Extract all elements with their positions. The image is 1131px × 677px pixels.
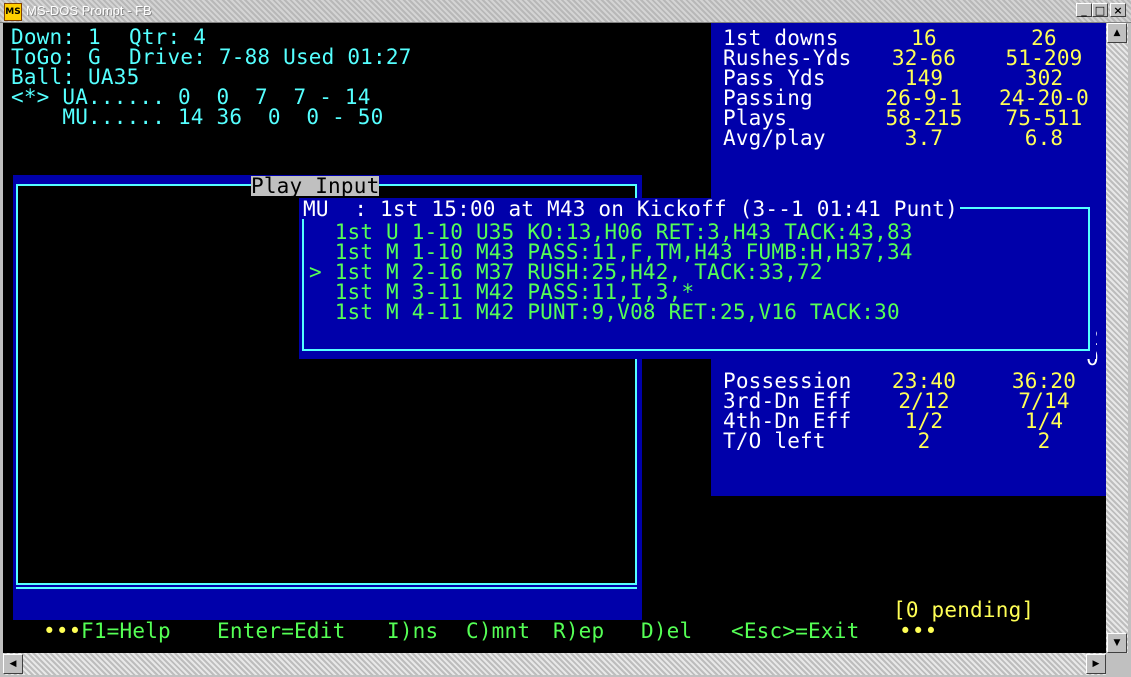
- play-input-divider: [16, 587, 637, 589]
- stat-value-ua: 149: [904, 66, 944, 90]
- scroll-up-button[interactable]: ▲: [1107, 23, 1127, 43]
- stat-label: Passing: [723, 86, 813, 110]
- stat-value-mu: 6.8: [1024, 126, 1064, 150]
- stat-label: Possession: [723, 369, 852, 393]
- scroll-left-button[interactable]: ◀: [3, 654, 23, 674]
- console-screen[interactable]: Down: 1 Qtr: 4 ToGo: G Drive: 7-88 Used …: [3, 23, 1106, 653]
- play-row[interactable]: 1st M 3-11 M42 PASS:11,I,3,*: [309, 282, 694, 303]
- footer-key-help[interactable]: F1=Help: [81, 621, 171, 642]
- play-row[interactable]: > 1st M 2-16 M37 RUSH:25,H42, TACK:33,72: [309, 262, 823, 283]
- pending-count: [0 pending]: [893, 598, 1035, 622]
- stat-label: Avg/play: [723, 126, 826, 150]
- stat-value-mu: 302: [1024, 66, 1064, 90]
- stat-value-mu: 7/14: [1018, 389, 1070, 413]
- stat-value-ua: 2: [917, 429, 931, 453]
- footer-dots-left: •••: [43, 619, 82, 643]
- play-row[interactable]: 1st M 1-10 M43 PASS:11,F,TM,H43 FUMB:H,H…: [309, 242, 913, 263]
- scroll-down-button[interactable]: ▼: [1107, 633, 1127, 653]
- stat-label: T/O left: [723, 429, 826, 453]
- minimize-button[interactable]: _: [1076, 3, 1092, 17]
- footer-dots-right: •••: [899, 619, 938, 643]
- stat-label: Pass Yds: [723, 66, 826, 90]
- msdos-app-icon[interactable]: MS: [4, 3, 22, 21]
- play-input-title: Play Input: [251, 174, 380, 198]
- stat-value-mu: 26: [1031, 26, 1057, 50]
- stat-label: Plays: [723, 106, 788, 130]
- maximize-button[interactable]: □: [1092, 3, 1108, 17]
- quarter-indicator: Qtr: 4: [129, 25, 207, 49]
- stat-value-mu: 2: [1037, 429, 1051, 453]
- down-indicator: Down: 1: [11, 25, 101, 49]
- stat-value-mu: 51-209: [1005, 46, 1083, 70]
- stat-label: 4th-Dn Eff: [723, 409, 852, 433]
- stat-label: 3rd-Dn Eff: [723, 389, 852, 413]
- play-row[interactable]: 1st M 4-11 M42 PUNT:9,V08 RET:25,V16 TAC…: [309, 300, 900, 324]
- stat-value-ua: 1/2: [904, 409, 944, 433]
- function-key-bar: ••• F1=Help Enter=Edit I)ns C)mnt R)ep D)el <E…: [3, 621, 1106, 643]
- close-button[interactable]: ×: [1110, 3, 1126, 17]
- stat-value-ua: 26-9-1: [885, 86, 963, 110]
- horizontal-scrollbar[interactable]: ◀ ▶: [3, 653, 1106, 675]
- stat-value-ua: 32-66: [891, 46, 957, 70]
- stat-value-ua: 23:40: [891, 369, 957, 393]
- popup-title: MU : 1st 15:00 at M43 on Kickoff (3--1 0…: [301, 197, 960, 221]
- score-row-mu: MU...... 14 36 0 0 - 50: [11, 105, 384, 129]
- footer-key-ins[interactable]: I)ns: [387, 621, 438, 642]
- title-bar[interactable]: MS MS-DOS Prompt - FB _ □ ×: [0, 0, 1131, 23]
- window-title: MS-DOS Prompt - FB: [26, 3, 152, 18]
- score-row-ua: <*> UA...... 0 0 7 7 - 14: [11, 85, 371, 109]
- footer-key-cmnt[interactable]: C)mnt: [466, 621, 530, 642]
- stat-value-mu: 75-511: [1005, 106, 1083, 130]
- stat-label: 1st downs: [723, 26, 839, 50]
- resize-grip[interactable]: [1106, 653, 1128, 675]
- footer-key-exit[interactable]: <Esc>=Exit: [731, 621, 859, 642]
- footer-key-rep[interactable]: R)ep: [553, 621, 604, 642]
- stat-value-mu: 1/4: [1024, 409, 1064, 433]
- stat-value-ua: 16: [911, 26, 937, 50]
- drive-plays-popup[interactable]: MU : 1st 15:00 at M43 on Kickoff (3--1 0…: [299, 198, 1096, 359]
- footer-key-del[interactable]: D)el: [641, 621, 692, 642]
- stat-value-ua: 58-215: [885, 106, 963, 130]
- play-row-text: 1st M 4-11 M42 PUNT:9,V08 RET:25,V16 TAC…: [334, 300, 900, 324]
- footer-key-edit[interactable]: Enter=Edit: [217, 621, 345, 642]
- stat-value-mu: 24-20-0: [999, 86, 1089, 110]
- stat-value-mu: 36:20: [1011, 369, 1077, 393]
- scroll-right-button[interactable]: ▶: [1086, 654, 1106, 674]
- stat-label: Rushes-Yds: [723, 46, 852, 70]
- play-row-marker: [309, 300, 322, 324]
- drive-indicator: Drive: 7-88 Used 01:27: [129, 45, 412, 69]
- play-row[interactable]: 1st U 1-10 U35 KO:13,H06 RET:3,H43 TACK:…: [309, 222, 913, 243]
- togo-indicator: ToGo: G: [11, 45, 101, 69]
- ball-position: Ball: UA35: [11, 65, 140, 89]
- stat-value-ua: 2/12: [898, 389, 950, 413]
- stat-value-ua: 3.7: [904, 126, 944, 150]
- vertical-scrollbar[interactable]: ▲ ▼: [1106, 23, 1128, 653]
